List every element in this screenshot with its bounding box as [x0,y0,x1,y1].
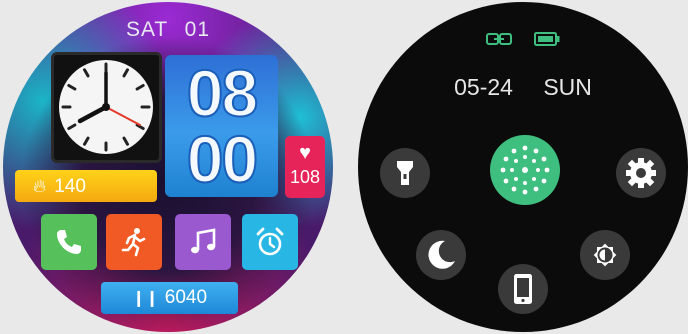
analog-clock-icon [59,60,153,154]
heart-rate-widget[interactable]: ♥ 108 [285,136,325,198]
brightness-icon [593,243,617,267]
weekday-label: SUN [543,74,592,100]
flame-icon: 🔥︎ [33,176,47,196]
heart-icon: ♥ [299,142,311,164]
find-phone-button[interactable] [498,264,548,314]
battery-icon [534,32,560,51]
music-app-button[interactable] [175,214,231,270]
dotted-circle-icon [500,145,550,195]
calories-widget[interactable]: 🔥︎ 140 [15,170,157,202]
steps-value: 6040 [164,287,208,308]
workout-app-button[interactable] [106,214,162,270]
date-row: 05-24 SUN [358,74,688,101]
flashlight-button[interactable] [380,148,430,198]
digital-time: 08 00 [165,55,278,197]
analog-clock[interactable] [51,52,162,163]
flashlight-icon [397,161,413,185]
moon-icon [428,240,455,269]
footprints-icon: ❙❙ [131,290,159,307]
do-not-disturb-button[interactable] [416,230,466,280]
phone-icon [57,230,81,254]
time-minutes: 00 [186,122,259,196]
phone-device-icon [514,274,532,304]
date-label: 05-24 [454,74,513,100]
steps-widget[interactable]: ❙❙ 6040 [101,282,238,314]
day-label: SAT 01 [125,18,211,41]
phone-app-button[interactable] [41,214,97,270]
watch-face-right: 05-24 SUN [358,2,688,332]
time-hours: 08 [186,56,259,130]
running-icon [121,228,146,257]
status-bar [358,32,688,51]
music-note-icon [191,228,216,254]
brightness-button[interactable] [580,230,630,280]
alarm-app-button[interactable] [242,214,298,270]
watch-face-left: SAT 01 08 00 ♥ 108 🔥︎ 140 ❙❙ 6040 [3,2,333,332]
settings-button[interactable] [616,148,666,198]
calories-value: 140 [54,176,86,197]
alarm-clock-icon [256,227,284,256]
link-icon [485,32,512,51]
heart-rate-value: 108 [289,167,321,187]
center-dotted-button[interactable] [490,135,560,205]
gear-icon [626,158,656,188]
